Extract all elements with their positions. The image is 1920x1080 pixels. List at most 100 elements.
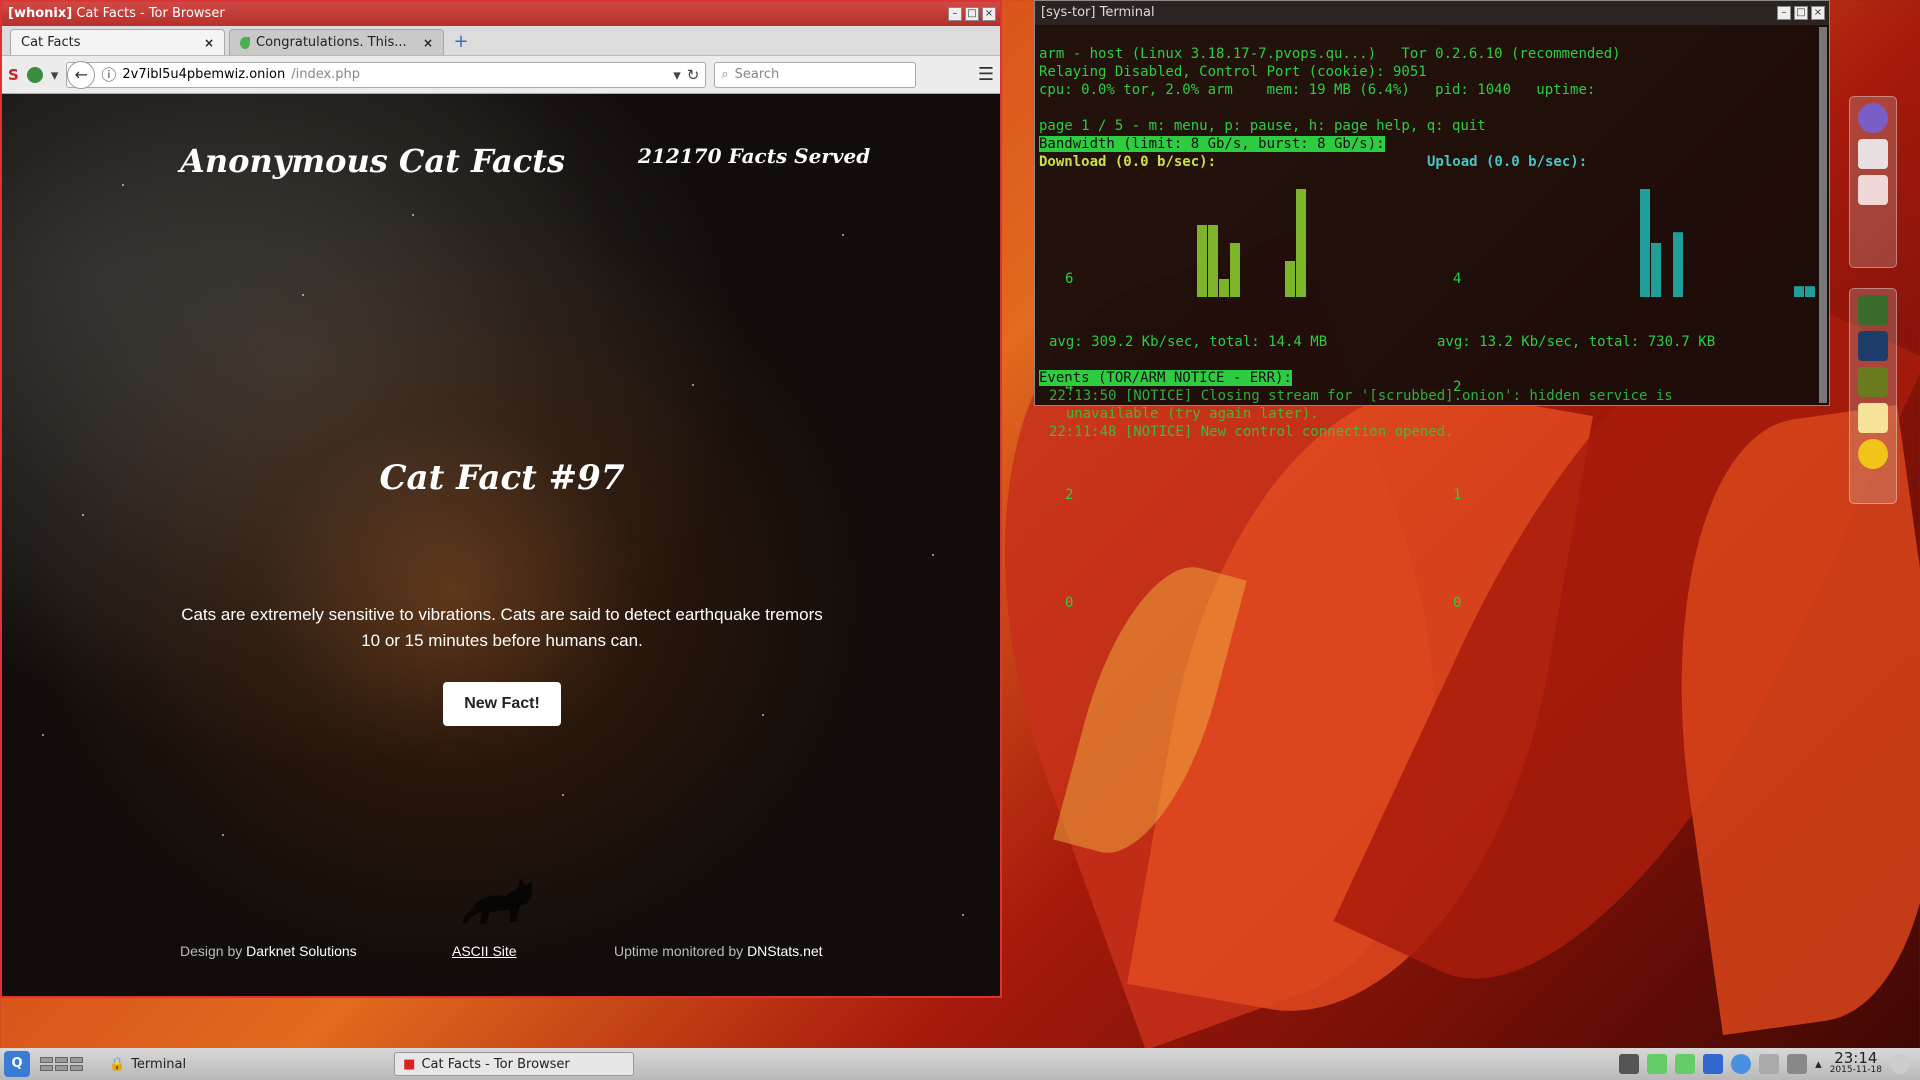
fact-title: Cat Fact #97 [379,458,625,498]
minimize-button[interactable]: – [1777,6,1791,20]
dock-top [1849,96,1897,268]
notifications-icon[interactable] [1890,1054,1910,1074]
cat-silhouette-icon [462,878,532,924]
upload-bar [1651,243,1661,297]
tools-icon[interactable] [1619,1054,1640,1074]
maximize-button[interactable]: □ [1794,6,1808,20]
url-dropdown-icon[interactable]: ▾ [673,66,681,84]
maximize-button[interactable]: □ [965,7,979,21]
onion-leaf-icon [240,36,250,49]
tab-cat-facts[interactable]: Cat Facts × [10,29,225,55]
notes-icon[interactable] [1858,403,1888,433]
search-placeholder: Search [734,67,780,82]
lock-red-icon: ■ [403,1056,416,1072]
reload-icon[interactable]: ↻ [687,66,700,84]
search-icon: ⌕ [721,67,729,82]
network-alt-icon[interactable] [1675,1054,1696,1074]
upload-bar [1794,286,1804,297]
search-input[interactable]: ⌕ Search [714,61,917,88]
taskbar-terminal[interactable]: 🔒 Terminal [101,1052,194,1076]
upload-label: Upload (0.0 b/sec): [1427,154,1588,170]
clipboard-icon[interactable] [1759,1054,1780,1074]
document-red-icon[interactable] [1858,175,1888,205]
download-tick: 2 [1065,487,1074,503]
upload-tick: 0 [1453,595,1462,611]
arm-header-line: arm - host (Linux 3.18.17-7.pvops.qu...)… [1039,46,1621,62]
tray-expand-icon[interactable]: ▴ [1815,1057,1822,1072]
taskbar-browser-label: Cat Facts - Tor Browser [421,1056,570,1072]
tab-bar: Cat Facts × Congratulations. This... × + [2,26,1000,56]
clock-date: 2015-11-18 [1829,1065,1882,1075]
hamburger-menu-icon[interactable]: ☰ [978,64,994,85]
tor-onion-icon[interactable] [26,66,43,83]
upload-graph [1640,189,1815,297]
app-launcher-icon[interactable] [1858,103,1888,133]
download-bar [1230,243,1240,297]
upload-tick: 1 [1453,487,1462,503]
tab-close-icon[interactable]: × [204,31,214,55]
terminal-title: Terminal [1099,5,1155,20]
updates-icon[interactable] [1731,1054,1752,1074]
event-line: 22:11:48 [NOTICE] New control connection… [1049,424,1454,440]
close-button[interactable]: × [982,7,996,21]
terminal-blue-icon[interactable] [1858,331,1888,361]
browser-window: [whonix] Cat Facts - Tor Browser – □ × C… [0,0,1002,998]
network-icon[interactable] [1647,1054,1668,1074]
url-bar[interactable]: ← ⓘ 2v7ibl5u4pbemwiz.onion/index.php ▾ ↻ [66,60,707,89]
site-title: Anonymous Cat Facts [180,142,566,180]
download-bar [1296,189,1306,297]
web-page: Anonymous Cat Facts 212170 Facts Served … [2,94,1000,996]
noscript-icon[interactable]: S [8,66,19,84]
close-button[interactable]: × [1811,6,1825,20]
terminal-titlebar[interactable]: [sys-tor] Terminal – □ × [1035,1,1829,25]
start-menu-icon[interactable]: Q [4,1051,30,1077]
browser-title: Cat Facts - Tor Browser [76,6,225,21]
upload-bar [1640,189,1650,297]
download-bar [1208,225,1218,297]
terminal-window: [sys-tor] Terminal – □ × arm - host (Lin… [1034,0,1830,611]
design-by-link[interactable]: Darknet Solutions [246,943,357,959]
terminal-output[interactable]: arm - host (Linux 3.18.17-7.pvops.qu...)… [1035,25,1829,611]
tab-congratulations[interactable]: Congratulations. This... × [229,29,444,55]
download-label: Download (0.0 b/sec): [1039,154,1217,170]
terminal-scrollbar[interactable] [1819,27,1827,403]
signal-icon[interactable] [1703,1054,1724,1074]
system-tray: ▴ 23:14 2015-11-18 [1619,1049,1920,1076]
volume-icon[interactable] [1787,1054,1808,1074]
uptime-prefix: Uptime monitored by [614,943,744,959]
terminal-green-icon[interactable] [1858,295,1888,325]
chevron-down-icon[interactable]: ▾ [51,66,59,84]
upload-bar [1673,232,1683,297]
event-line-continued: unavailable (try again later). [1049,406,1319,422]
clock-time: 23:14 [1834,1049,1878,1067]
bandwidth-header: Bandwidth (limit: 8 Gb/s, burst: 8 Gb/s)… [1039,136,1385,152]
resource-line: cpu: 0.0% tor, 2.0% arm mem: 19 MB (6.4%… [1039,82,1596,98]
taskbar: Q 🔒 Terminal ■ Cat Facts - Tor Browser ▴… [0,1048,1920,1080]
new-tab-button[interactable]: + [448,31,474,55]
terminal-yellow-icon[interactable] [1858,367,1888,397]
new-fact-button[interactable]: New Fact! [443,682,561,726]
ascii-site-link[interactable]: ASCII Site [452,943,517,959]
browser-icon[interactable] [1858,439,1888,469]
browser-titlebar[interactable]: [whonix] Cat Facts - Tor Browser – □ × [2,2,1000,26]
site-info-icon[interactable]: ⓘ [101,64,116,85]
download-bar [1219,279,1229,297]
url-host: 2v7ibl5u4pbemwiz.onion [122,67,286,82]
design-by-prefix: Design by [180,943,243,959]
desktop-pager[interactable] [40,1057,83,1071]
tab-close-icon[interactable]: × [423,31,433,55]
page-help-line: page 1 / 5 - m: menu, p: pause, h: page … [1039,118,1486,134]
back-button[interactable]: ← [67,60,96,89]
dock-bottom [1849,288,1897,504]
download-graph [1197,189,1306,297]
document-icon[interactable] [1858,139,1888,169]
minimize-button[interactable]: – [948,7,962,21]
download-tick: 0 [1065,595,1074,611]
event-line: 22:13:50 [NOTICE] Closing stream for '[s… [1049,388,1673,404]
tab-label: Cat Facts [21,34,81,50]
taskbar-browser[interactable]: ■ Cat Facts - Tor Browser [394,1052,635,1076]
browser-title-tag: [whonix] [8,6,73,21]
upload-bar [1805,286,1815,297]
clock[interactable]: 23:14 2015-11-18 [1829,1049,1882,1076]
uptime-link[interactable]: DNStats.net [747,943,822,959]
